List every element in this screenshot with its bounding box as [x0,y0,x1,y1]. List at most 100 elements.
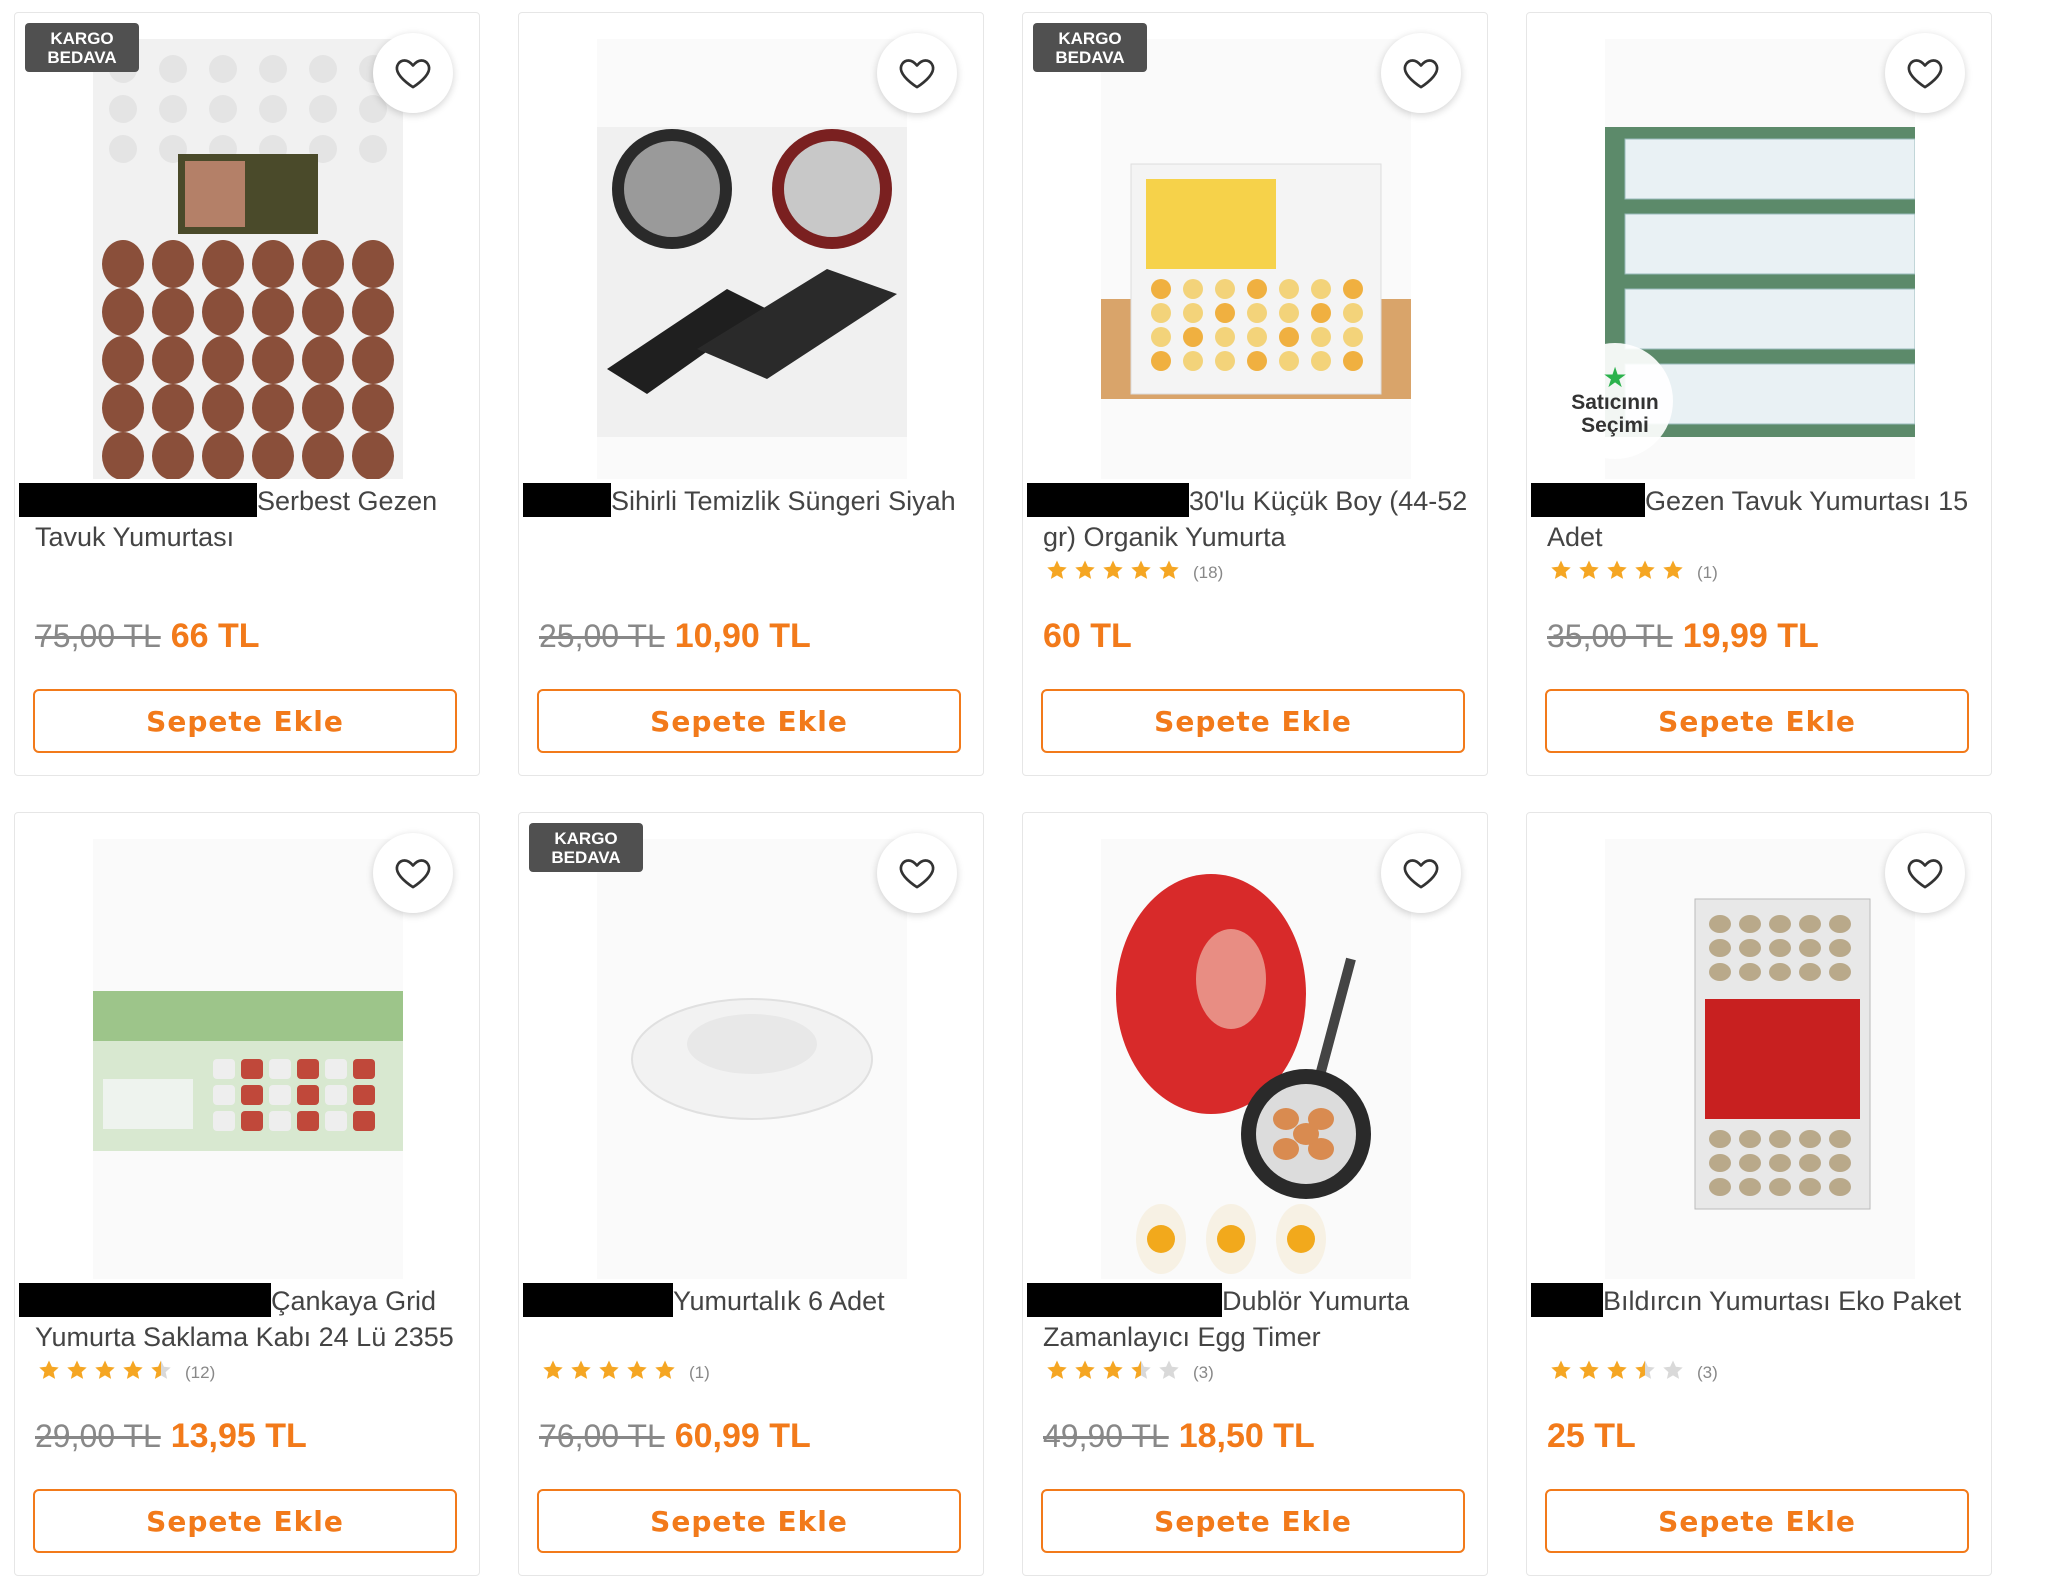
rating-star-icon [1549,1358,1573,1387]
product-image[interactable] [93,39,403,479]
price-row: 25,00 TL 10,90 TL [539,617,811,656]
product-title[interactable]: Gezen Tavuk Yumurtası 15 Adet [1531,483,1977,555]
product-image[interactable] [1101,839,1411,1279]
product-title[interactable]: 30'lu Küçük Boy (44-52 gr) Organik Yumur… [1027,483,1473,555]
redacted-brand [1027,1283,1222,1317]
product-card[interactable]: Bıldırcın Yumurtası Eko Paket (3) 25 TL Sep… [1526,812,1992,1576]
rating-star-icon [1129,1358,1153,1387]
rating-star-icon [1605,1358,1629,1387]
old-price: 25,00 TL [539,618,665,654]
rating-star-icon [1549,558,1573,587]
product-card[interactable]: ★ Satıcının Seçimi Gezen Tavuk Yumurtası 15… [1526,12,1992,776]
product-title[interactable]: Sihirli Temizlik Süngeri Siyah [523,483,969,519]
add-to-cart-button[interactable]: Sepete Ekle [537,1489,961,1553]
current-price: 18,50 TL [1178,1417,1315,1455]
product-title[interactable]: Yumurtalık 6 Adet [523,1283,969,1319]
rating-star-icon [1157,558,1181,587]
old-price: 49,90 TL [1043,1418,1169,1454]
add-to-cart-button[interactable]: Sepete Ekle [33,689,457,753]
current-price: 19,99 TL [1682,617,1819,655]
favorite-heart-icon[interactable] [1885,833,1965,913]
add-to-cart-button[interactable]: Sepete Ekle [1545,689,1969,753]
rating-star-icon [121,1358,145,1387]
rating-star-icon [569,1358,593,1387]
review-count: (18) [1193,562,1224,582]
product-card[interactable]: KARGO BEDAVA Yumurtalık 6 Adet (1) 76,00 TL… [518,812,984,1576]
rating-star-icon [541,1358,565,1387]
rating-star-icon [625,1358,649,1387]
redacted-brand [1531,1283,1603,1317]
product-card[interactable]: Sihirli Temizlik Süngeri Siyah 25,00 TL 10… [518,12,984,776]
rating-star-icon [1045,558,1069,587]
price-row: 25 TL [1547,1417,1636,1456]
review-count: (1) [689,1362,710,1382]
add-to-cart-button[interactable]: Sepete Ekle [1041,689,1465,753]
product-image[interactable] [93,839,403,1279]
seller-choice-badge: ★ Satıcının Seçimi [1557,343,1673,459]
product-rating: (1) [541,1358,710,1387]
rating-star-icon [1045,1358,1069,1387]
add-to-cart-button[interactable]: Sepete Ekle [1041,1489,1465,1553]
rating-star-icon [1633,1358,1657,1387]
old-price: 35,00 TL [1547,618,1673,654]
redacted-brand [1027,483,1189,517]
product-rating: (18) [1045,558,1223,587]
price-row: 75,00 TL 66 TL [35,617,260,656]
product-title[interactable]: Dublör Yumurta Zamanlayıcı Egg Timer [1027,1283,1473,1355]
current-price: 10,90 TL [674,617,811,655]
rating-star-icon [1661,1358,1685,1387]
favorite-heart-icon[interactable] [373,833,453,913]
product-card[interactable]: KARGO BEDAVA Serbest Gezen Tavuk Yumurtas… [14,12,480,776]
product-rating: (1) [1549,558,1718,587]
rating-star-icon [1633,558,1657,587]
rating-star-icon [149,1358,173,1387]
add-to-cart-button[interactable]: Sepete Ekle [1545,1489,1969,1553]
product-card[interactable]: Dublör Yumurta Zamanlayıcı Egg Timer (3) 4… [1022,812,1488,1576]
current-price: 60,99 TL [674,1417,811,1455]
rating-star-icon [1577,1358,1601,1387]
review-count: (12) [185,1362,216,1382]
star-icon: ★ [1602,362,1628,393]
product-card[interactable]: Çankaya Grid Yumurta Saklama Kabı 24 Lü … [14,812,480,1576]
rating-star-icon [653,1358,677,1387]
price-row: 35,00 TL 19,99 TL [1547,617,1819,656]
product-grid: KARGO BEDAVA Serbest Gezen Tavuk Yumurtas… [14,12,1992,1576]
product-title[interactable]: Bıldırcın Yumurtası Eko Paket [1531,1283,1977,1319]
rating-star-icon [65,1358,89,1387]
rating-star-icon [1577,558,1601,587]
redacted-brand [523,1283,673,1317]
product-image[interactable] [1101,39,1411,479]
product-rating: (3) [1045,1358,1214,1387]
rating-star-icon [1073,1358,1097,1387]
favorite-heart-icon[interactable] [877,33,957,113]
favorite-heart-icon[interactable] [373,33,453,113]
price-row: 29,00 TL 13,95 TL [35,1417,307,1456]
old-price: 75,00 TL [35,618,161,654]
price-row: 49,90 TL 18,50 TL [1043,1417,1315,1456]
product-image[interactable] [597,839,907,1279]
product-card[interactable]: KARGO BEDAVA 30'lu Küçük Boy (44-52 gr) O… [1022,12,1488,776]
product-image[interactable] [597,39,907,479]
product-image[interactable] [1605,839,1915,1279]
product-title[interactable]: Serbest Gezen Tavuk Yumurtası [19,483,465,555]
favorite-heart-icon[interactable] [877,833,957,913]
favorite-heart-icon[interactable] [1381,33,1461,113]
rating-star-icon [37,1358,61,1387]
old-price: 29,00 TL [35,1418,161,1454]
redacted-brand [1531,483,1645,517]
rating-star-icon [1073,558,1097,587]
add-to-cart-button[interactable]: Sepete Ekle [33,1489,457,1553]
free-shipping-badge: KARGO BEDAVA [529,823,643,872]
current-price: 13,95 TL [170,1417,307,1455]
favorite-heart-icon[interactable] [1885,33,1965,113]
rating-star-icon [1661,558,1685,587]
product-rating: (3) [1549,1358,1718,1387]
redacted-brand [19,483,257,517]
add-to-cart-button[interactable]: Sepete Ekle [537,689,961,753]
product-title[interactable]: Çankaya Grid Yumurta Saklama Kabı 24 Lü … [19,1283,465,1355]
rating-star-icon [1605,558,1629,587]
current-price: 25 TL [1547,1417,1636,1455]
favorite-heart-icon[interactable] [1381,833,1461,913]
review-count: (1) [1697,562,1718,582]
old-price: 76,00 TL [539,1418,665,1454]
